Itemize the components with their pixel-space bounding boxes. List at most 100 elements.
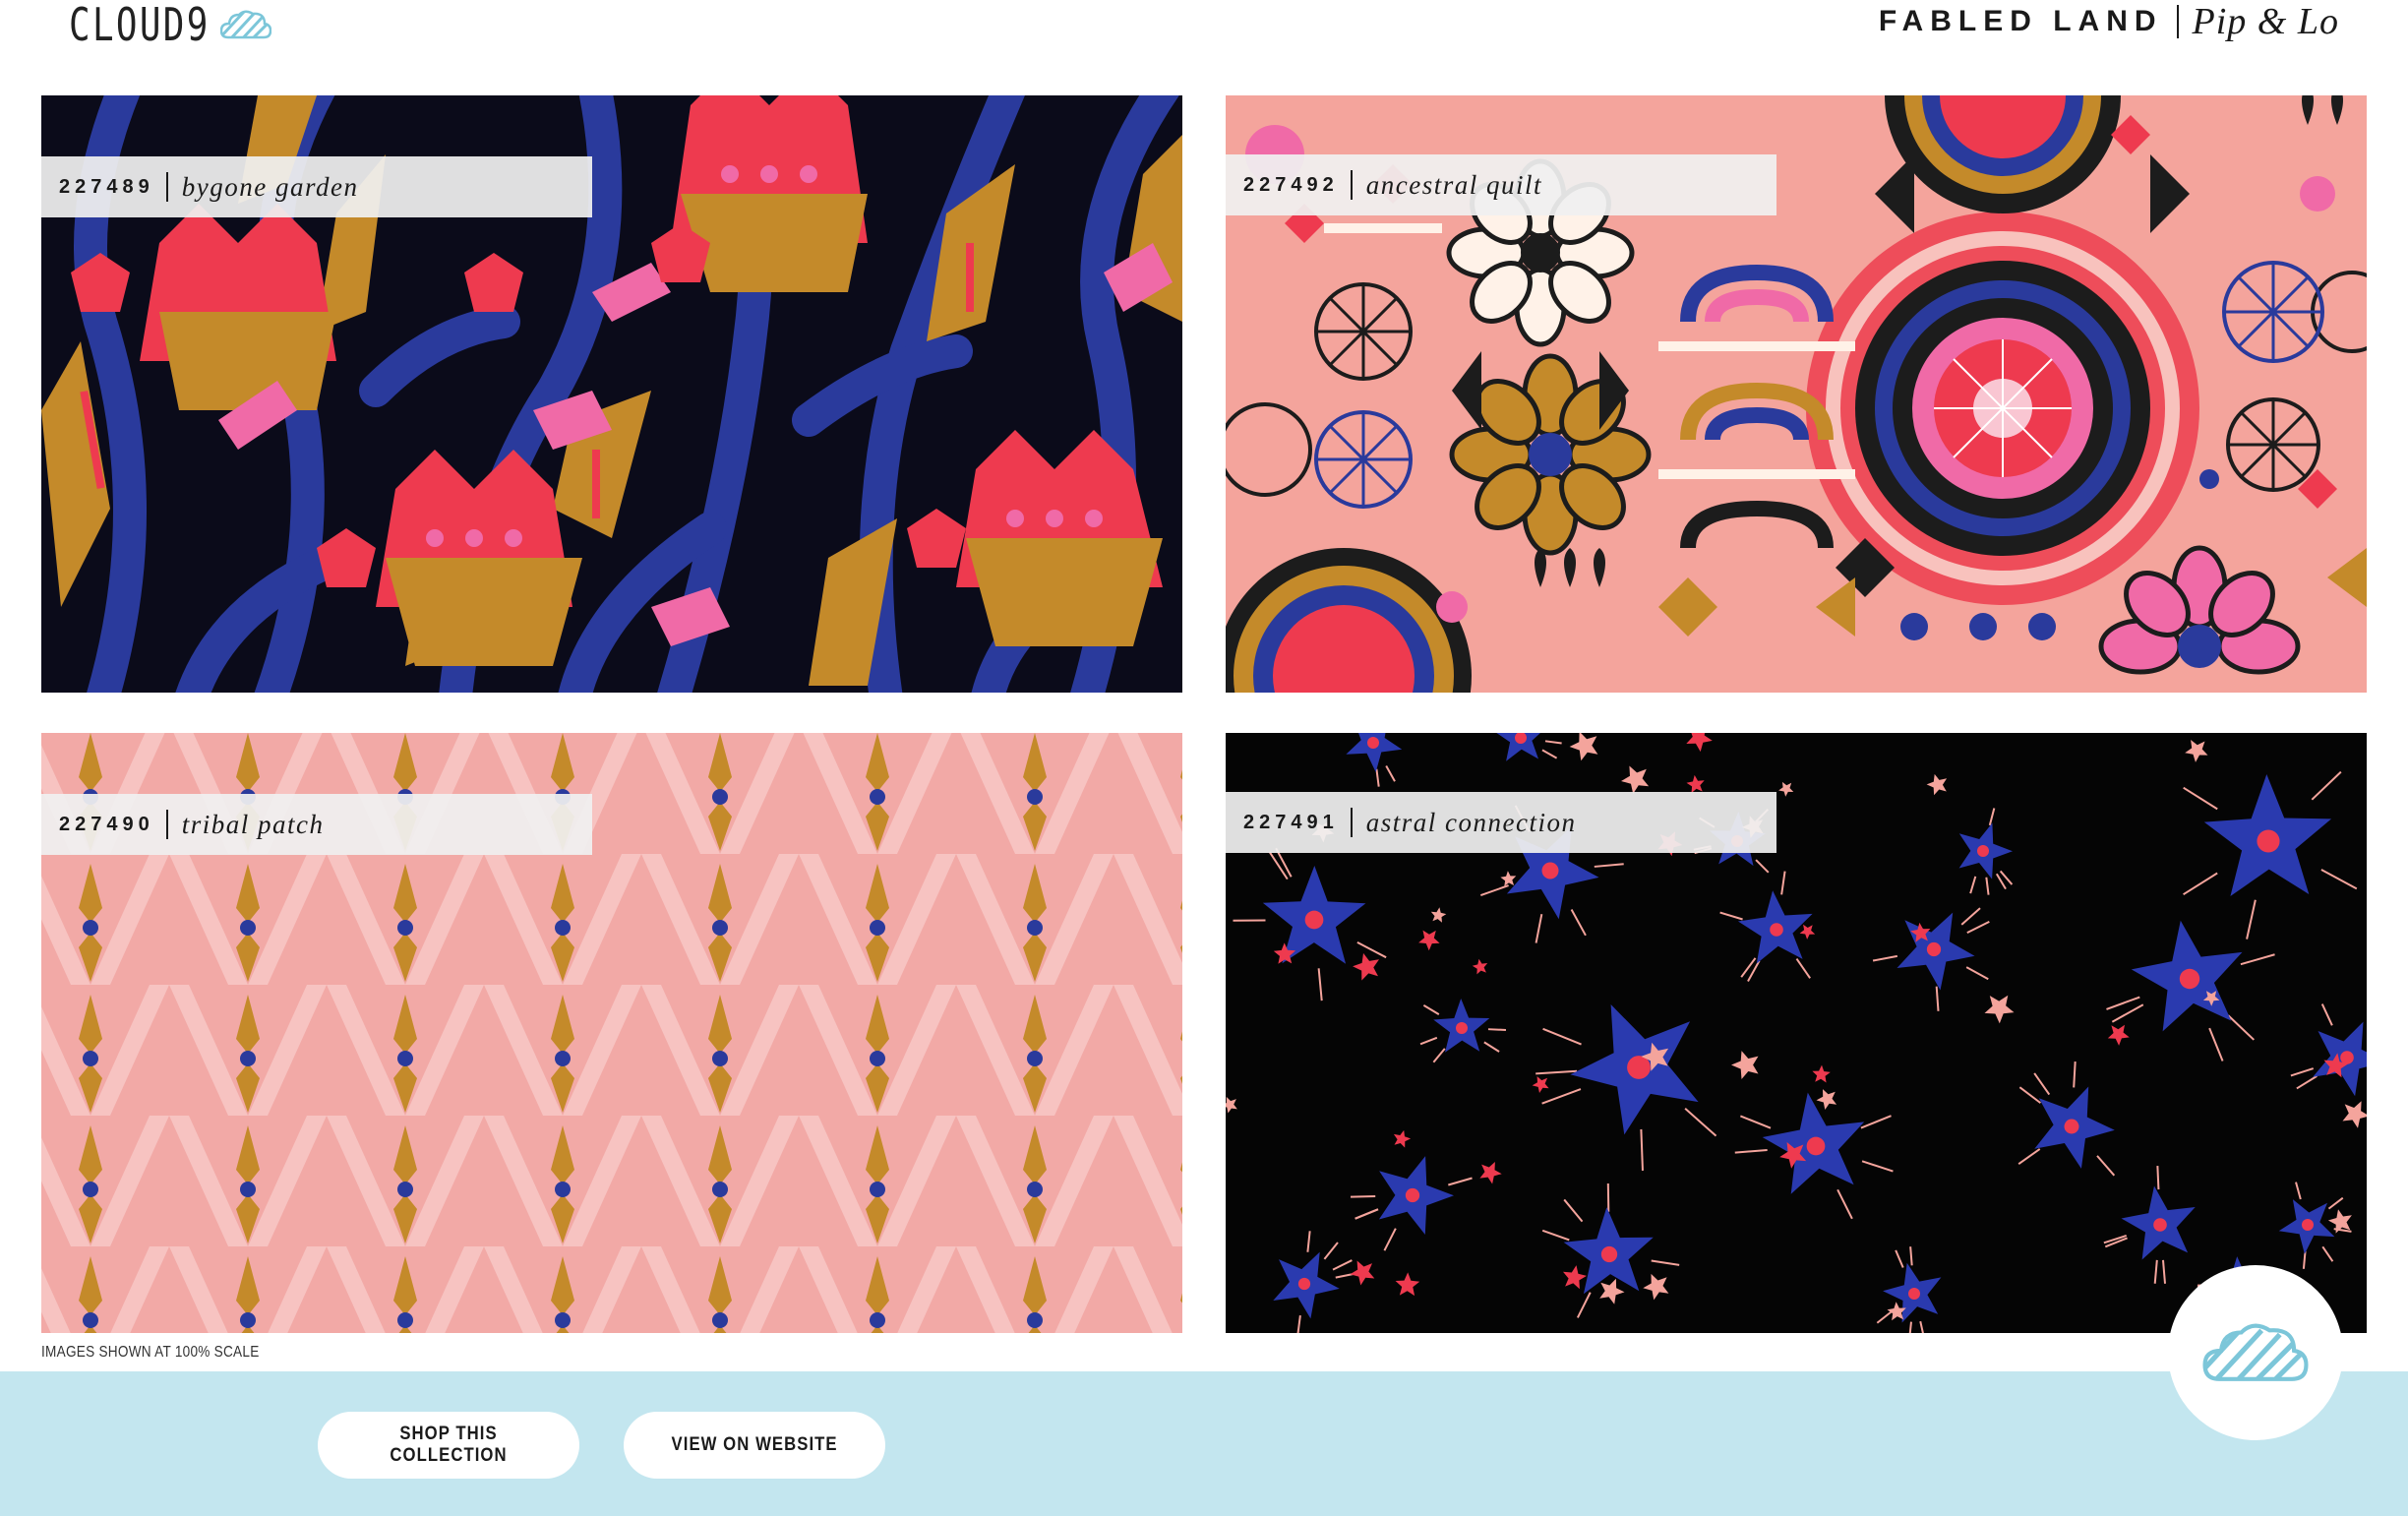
fabric-swatch-ancestral-quilt[interactable]: 227492 ancestral quilt [1226, 95, 2367, 693]
small-star [1350, 1260, 1375, 1286]
small-star [1430, 907, 1447, 923]
star-ray [2296, 1075, 2318, 1090]
star-ray [2320, 869, 2358, 890]
small-star [1926, 773, 1948, 796]
star-ray [2073, 1061, 2077, 1088]
star-center [1405, 1187, 1420, 1203]
star-center [1541, 862, 1559, 879]
star-ray [1860, 1115, 1892, 1129]
star-ray [1739, 1115, 1772, 1129]
fabric-swatch-astral-connection[interactable]: 227491 astral connection [1226, 733, 2367, 1333]
star-ray [2227, 1014, 2255, 1041]
star-ray [2183, 872, 2218, 896]
star-center [2257, 829, 2280, 853]
small-star [1479, 1162, 1502, 1184]
star-ray [1350, 1195, 1376, 1198]
star-ray [1383, 1228, 1397, 1251]
small-star [2185, 740, 2208, 762]
small-star [1353, 952, 1379, 981]
divider [2176, 5, 2179, 38]
star-ray [1966, 920, 1990, 934]
star-ray [1780, 871, 1786, 895]
small-star [1799, 924, 1816, 940]
small-star [1226, 1096, 1237, 1114]
star-ray [1542, 1027, 1582, 1046]
shop-collection-button[interactable]: SHOP THIS COLLECTION [318, 1412, 579, 1479]
star-ray [1544, 740, 1562, 745]
star-ray [1747, 960, 1761, 982]
print-name: bygone garden [181, 171, 359, 202]
star-ray [1323, 1242, 1339, 1260]
star-ray [1306, 1231, 1311, 1252]
star-ray [1719, 911, 1743, 921]
star-ray [1487, 1028, 1507, 1031]
view-website-button[interactable]: VIEW ON WEBSITE [624, 1412, 885, 1479]
star-center [1908, 1288, 1920, 1300]
star-ray [2017, 1148, 2041, 1166]
star-ray [1448, 1177, 1473, 1186]
fabric-swatch-tribal-patch[interactable]: 227490 tribal patch [41, 733, 1182, 1333]
star-ray [1535, 913, 1543, 943]
sku-number: 227491 [1243, 811, 1339, 833]
small-star [1395, 1272, 1420, 1297]
star-ray [1375, 768, 1380, 787]
star-ray [2320, 1003, 2333, 1026]
sku-number: 227490 [59, 813, 154, 835]
star-center [1304, 910, 1324, 930]
star-ray [2311, 770, 2342, 801]
print-name: ancestral quilt [1365, 169, 1542, 200]
star-ray [2106, 996, 2140, 1010]
small-star [1532, 1076, 1549, 1093]
sku-number: 227492 [1243, 173, 1339, 196]
star-ray [1740, 957, 1757, 978]
small-star [2107, 1024, 2130, 1046]
star-ray [1563, 1198, 1584, 1223]
small-star [1418, 930, 1440, 951]
star-center [1770, 923, 1783, 937]
designer-name: Pip & Lo [2192, 1, 2339, 42]
star-ray [2096, 1155, 2116, 1177]
star-center [1600, 1245, 1618, 1263]
divider [1350, 808, 1353, 837]
divider [165, 810, 168, 839]
small-star [1812, 1064, 1831, 1083]
star-ray [1861, 1160, 1894, 1173]
small-star [1569, 733, 1598, 761]
star-ray [1755, 859, 1770, 874]
cloud-badge[interactable] [2168, 1265, 2343, 1440]
small-star [1599, 1278, 1625, 1304]
star-ray [1483, 1041, 1500, 1053]
print-name: tribal patch [181, 809, 325, 839]
star-ray [2156, 1166, 2160, 1190]
star-ray [1479, 884, 1509, 897]
star-ray [1296, 1315, 1301, 1333]
star-ray [1960, 907, 1981, 926]
star-ray [1684, 1108, 1717, 1137]
star-center [1297, 1277, 1311, 1291]
small-star [1393, 1129, 1412, 1148]
star-ray [1317, 968, 1323, 1001]
star-center [1926, 941, 1942, 957]
star-center [1367, 737, 1379, 749]
star-ray [1594, 863, 1624, 868]
star-ray [1908, 1321, 1912, 1333]
star-shape [2313, 1021, 2367, 1097]
star-center [1977, 845, 1989, 857]
star-ray [2246, 899, 2257, 940]
brand-logo[interactable]: CLOUD9 [69, 0, 272, 51]
star-ray [1988, 808, 1996, 826]
star-ray [1332, 1259, 1353, 1271]
fabric-swatch-bygone-garden[interactable]: 227489 bygone garden [41, 95, 1182, 693]
star-ray [2018, 1086, 2042, 1104]
print-name: astral connection [1365, 807, 1577, 837]
star-ray [1541, 1229, 1570, 1242]
star-center [1627, 1056, 1651, 1079]
star-ray [1385, 765, 1396, 782]
star-ray [2295, 1182, 2302, 1200]
small-star [1816, 1089, 1837, 1110]
star-ray [2183, 786, 2218, 811]
star-ray [1541, 1088, 1582, 1105]
divider [165, 172, 168, 202]
sku-number: 227489 [59, 175, 154, 198]
star-ray [1836, 1188, 1853, 1220]
